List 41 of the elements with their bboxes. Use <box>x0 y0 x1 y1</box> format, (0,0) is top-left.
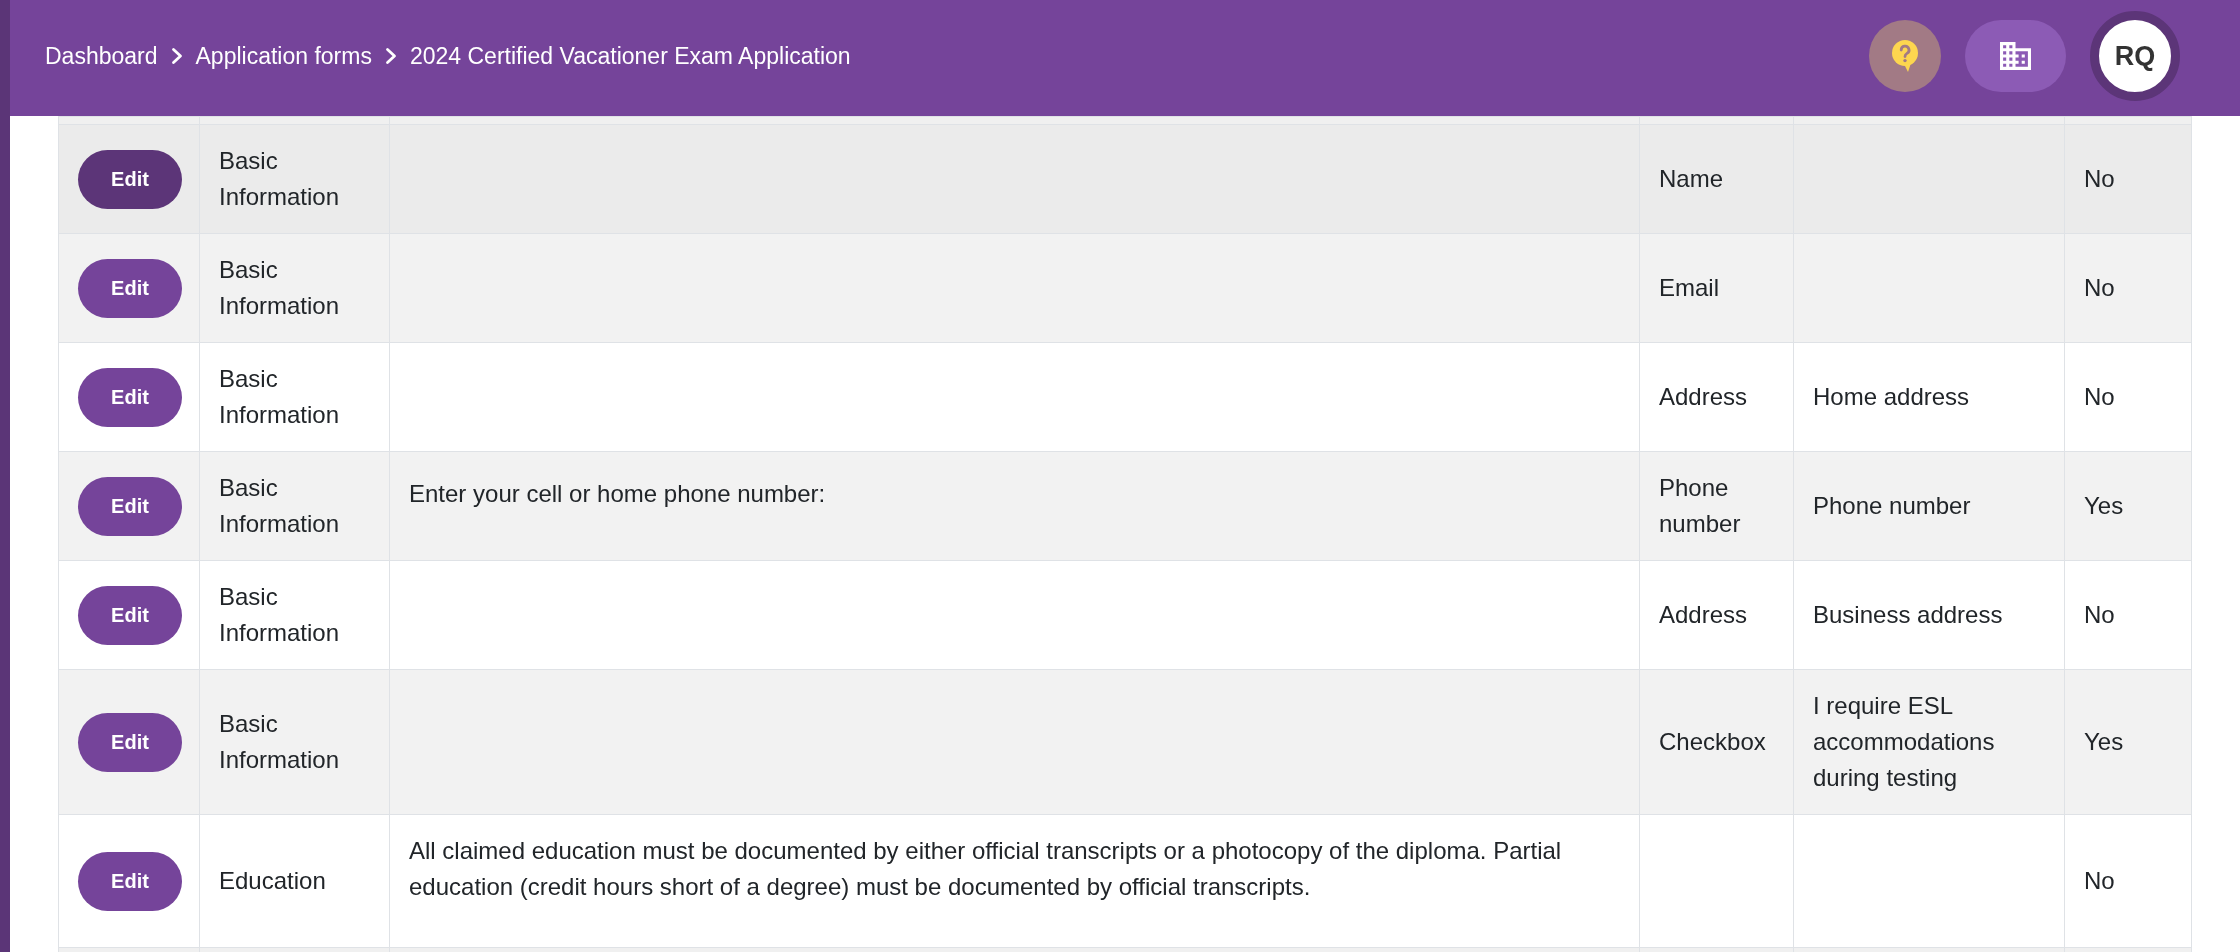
table-cell: Address <box>1639 342 1794 452</box>
table-cell: Basic Information <box>199 342 390 452</box>
table-cell: Basic Information <box>199 233 390 343</box>
breadcrumb-link[interactable]: Application forms <box>195 41 372 71</box>
table-cell: Basic Information <box>199 451 390 561</box>
edit-button[interactable]: Edit <box>78 367 182 427</box>
table-cell: Checkbox <box>1639 669 1794 815</box>
edit-button[interactable]: Edit <box>78 585 182 645</box>
table-cell: No <box>2064 814 2192 948</box>
table-cell: No <box>2064 124 2192 234</box>
table-cell: Yes <box>2064 451 2192 561</box>
table-cell: No <box>2064 560 2192 670</box>
chevron-right-icon <box>170 47 183 65</box>
table-cell: Basic Information <box>199 669 390 815</box>
building-icon <box>2000 42 2031 70</box>
table-cell: Name <box>1639 124 1794 234</box>
question-bubble-icon <box>1892 40 1918 72</box>
table-cell: Home address <box>1793 342 2065 452</box>
chevron-right-icon <box>384 47 397 65</box>
table-cell: I require ESL accommodations during testing <box>1793 669 2065 815</box>
edit-button[interactable]: Edit <box>78 851 182 911</box>
table-cell: Basic Information <box>199 560 390 670</box>
edit-button[interactable]: Edit <box>78 476 182 536</box>
table-cell: Education <box>199 814 390 948</box>
edit-button[interactable]: Edit <box>78 258 182 318</box>
table-cell: Enter your cell or home phone number: <box>389 451 1640 561</box>
table-cell: Phone number <box>1793 451 2065 561</box>
breadcrumb-current: 2024 Certified Vacationer Exam Application <box>409 42 851 71</box>
table-cell: No <box>2064 342 2192 452</box>
edit-button[interactable]: Edit <box>78 149 182 209</box>
table-cell: Yes <box>2064 669 2192 815</box>
breadcrumb-link[interactable]: Dashboard <box>45 41 158 71</box>
edit-button[interactable]: Edit <box>78 712 182 772</box>
table-cell: No <box>2064 233 2192 343</box>
table-cell: Basic Information <box>199 124 390 234</box>
table-cell: Email <box>1639 233 1794 343</box>
table-cell: Business address <box>1793 560 2065 670</box>
avatar-button[interactable]: RQ <box>2090 11 2180 101</box>
table-cell: All claimed education must be documented by either official transcripts or a photocopy of the diploma. Partial education (credit hours short of a degree) must be documented by official transcripts. <box>389 814 1640 948</box>
table-cell: Address <box>1639 560 1794 670</box>
table-cell: Phone number <box>1639 451 1794 561</box>
